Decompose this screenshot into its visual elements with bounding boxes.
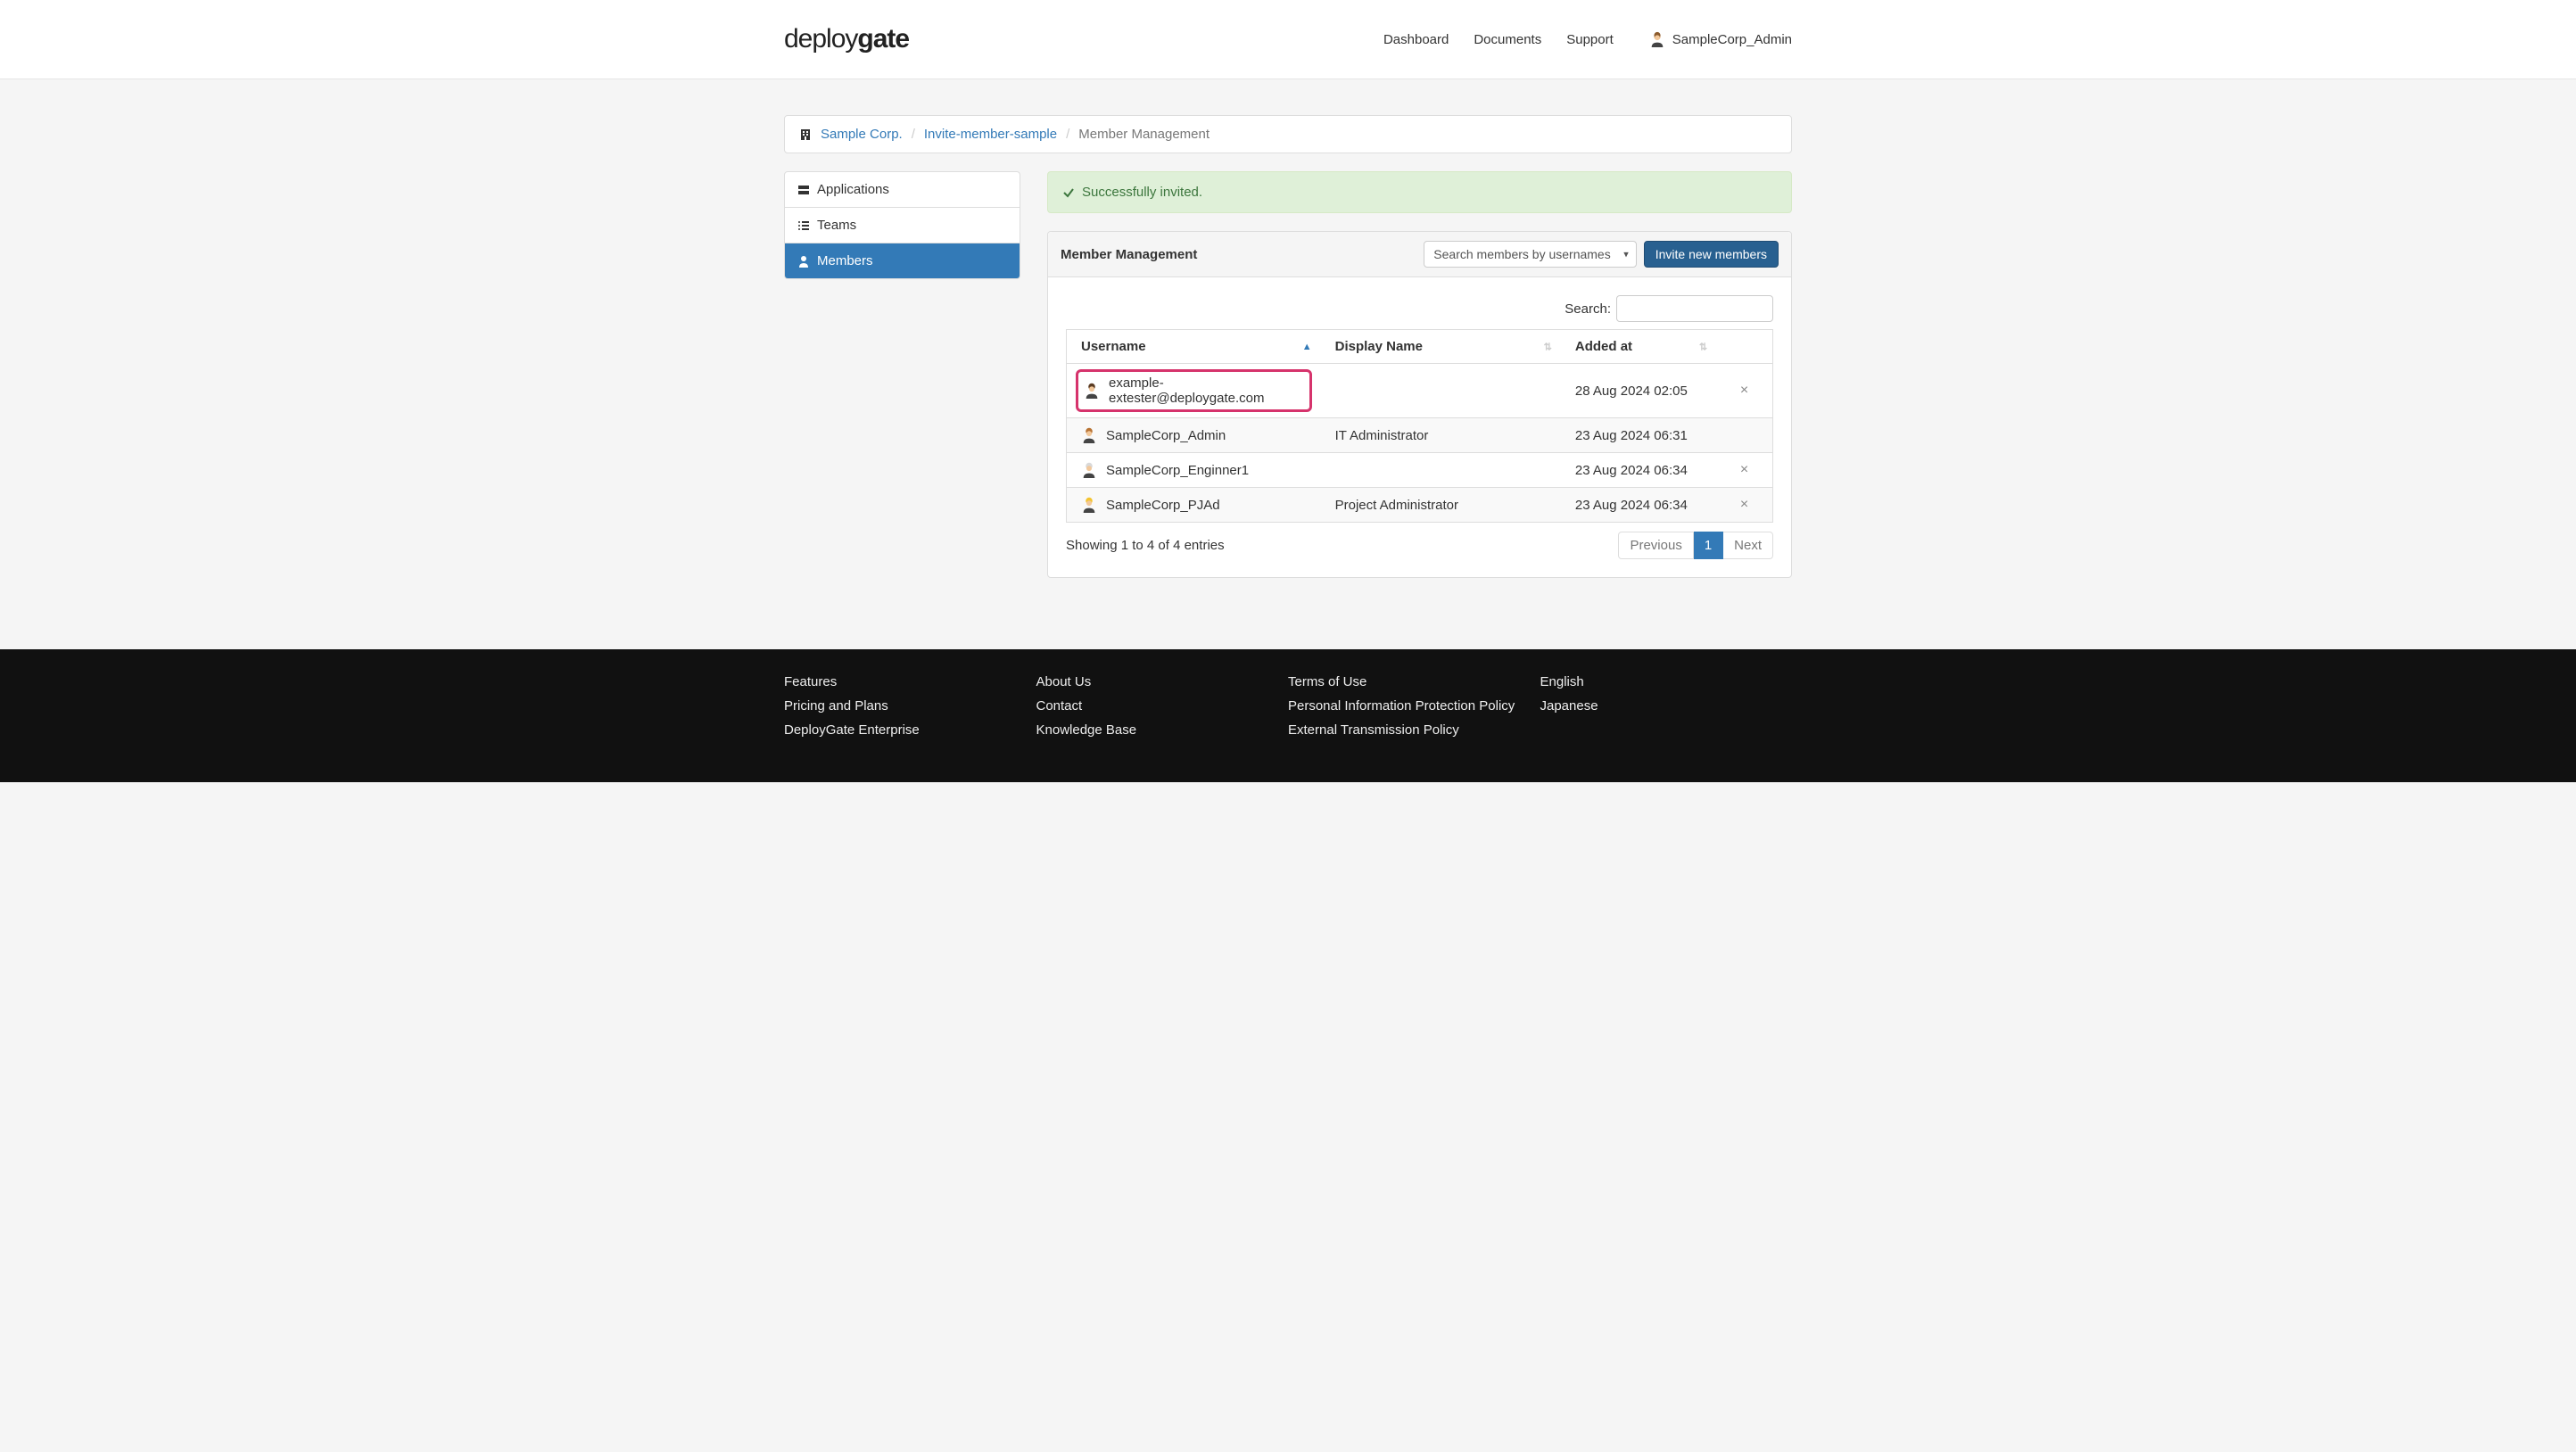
search-label: Search: (1565, 301, 1611, 317)
added-at-cell: 23 Aug 2024 06:31 (1561, 418, 1716, 453)
display-name-cell: IT Administrator (1321, 418, 1561, 453)
list-icon (797, 219, 810, 232)
footer-link[interactable]: Pricing and Plans (784, 698, 1036, 714)
remove-member-icon[interactable]: × (1740, 497, 1748, 512)
highlighted-member: example-extester@deploygate.com (1076, 369, 1312, 412)
sidebar-item-teams[interactable]: Teams (785, 208, 1020, 243)
avatar-icon (1081, 497, 1097, 513)
remove-member-icon[interactable]: × (1740, 383, 1748, 398)
col-display-name[interactable]: Display Name ⇅ (1321, 330, 1561, 364)
members-panel: Member Management Search members by user… (1047, 231, 1792, 578)
username-text: SampleCorp_Enginner1 (1106, 463, 1249, 478)
footer-link[interactable]: Terms of Use (1288, 674, 1540, 689)
user-name: SampleCorp_Admin (1672, 32, 1792, 47)
table-row: SampleCorp_PJAd Project Administrator23 A… (1067, 488, 1773, 523)
sidebar: Applications Teams Members (784, 171, 1020, 578)
invite-new-members-button[interactable]: Invite new members (1644, 241, 1779, 268)
pagination-next[interactable]: Next (1723, 532, 1773, 559)
footer-link[interactable]: Japanese (1540, 698, 1793, 714)
footer-link[interactable]: Contact (1036, 698, 1289, 714)
table-info: Showing 1 to 4 of 4 entries (1066, 538, 1225, 553)
members-table: Username ▲ Display Name ⇅ Added at ⇅ (1066, 329, 1773, 523)
panel-title: Member Management (1061, 247, 1197, 262)
sort-asc-icon: ▲ (1302, 342, 1312, 352)
avatar-icon (1081, 462, 1097, 478)
username-text: SampleCorp_PJAd (1106, 498, 1220, 513)
success-alert: Successfully invited. (1047, 171, 1792, 213)
pagination: Previous 1 Next (1618, 532, 1773, 559)
breadcrumb: Sample Corp. / Invite-member-sample / Me… (784, 115, 1792, 153)
nav-support[interactable]: Support (1566, 32, 1614, 47)
user-menu[interactable]: SampleCorp_Admin (1649, 31, 1792, 47)
avatar-icon (1081, 427, 1097, 443)
username-text: SampleCorp_Admin (1106, 428, 1226, 443)
pagination-page-1[interactable]: 1 (1694, 532, 1723, 559)
footer-link[interactable]: About Us (1036, 674, 1289, 689)
nav-documents[interactable]: Documents (1474, 32, 1541, 47)
footer-link[interactable]: Features (784, 674, 1036, 689)
logo[interactable]: deploygate (784, 24, 909, 54)
person-icon (797, 255, 810, 268)
breadcrumb-org[interactable]: Sample Corp. (821, 127, 903, 142)
avatar-icon (1084, 383, 1100, 399)
sidebar-item-applications[interactable]: Applications (785, 172, 1020, 208)
sidebar-item-label: Teams (817, 218, 856, 233)
nav-dashboard[interactable]: Dashboard (1383, 32, 1449, 47)
search-input[interactable] (1616, 295, 1773, 322)
logo-text-light: deploy (784, 24, 857, 54)
display-name-cell: Project Administrator (1321, 488, 1561, 523)
pagination-previous[interactable]: Previous (1618, 532, 1693, 559)
sort-icon: ⇅ (1699, 341, 1707, 352)
alert-message: Successfully invited. (1082, 185, 1202, 200)
footer: Features Pricing and Plans DeployGate Ente… (0, 649, 2576, 782)
check-icon (1062, 186, 1075, 199)
breadcrumb-current: Member Management (1078, 127, 1210, 142)
sidebar-item-label: Applications (817, 182, 889, 197)
display-name-cell (1321, 453, 1561, 488)
logo-text-bold: gate (857, 24, 909, 54)
sidebar-item-label: Members (817, 253, 873, 268)
display-name-cell (1321, 364, 1561, 418)
added-at-cell: 23 Aug 2024 06:34 (1561, 453, 1716, 488)
grid-icon (797, 184, 810, 196)
footer-link[interactable]: External Transmission Policy (1288, 722, 1540, 738)
added-at-cell: 28 Aug 2024 02:05 (1561, 364, 1716, 418)
avatar-icon (1649, 31, 1665, 47)
dropdown-label: Search members by usernames (1433, 247, 1610, 261)
sidebar-item-members[interactable]: Members (785, 243, 1020, 278)
remove-member-icon[interactable]: × (1740, 462, 1748, 477)
breadcrumb-app[interactable]: Invite-member-sample (924, 127, 1057, 142)
chevron-down-icon: ▾ (1623, 249, 1629, 260)
col-username[interactable]: Username ▲ (1067, 330, 1321, 364)
added-at-cell: 23 Aug 2024 06:34 (1561, 488, 1716, 523)
col-added-at[interactable]: Added at ⇅ (1561, 330, 1716, 364)
username-text: example-extester@deploygate.com (1109, 375, 1304, 406)
top-nav: Dashboard Documents Support SampleCorp_A… (1383, 31, 1792, 47)
topbar: deploygate Dashboard Documents Support S… (0, 0, 2576, 79)
breadcrumb-sep: / (912, 127, 915, 142)
col-actions (1716, 330, 1772, 364)
footer-link[interactable]: English (1540, 674, 1793, 689)
footer-link[interactable]: DeployGate Enterprise (784, 722, 1036, 738)
footer-link[interactable]: Knowledge Base (1036, 722, 1289, 738)
table-row: example-extester@deploygate.com 28 Aug 20… (1067, 364, 1773, 418)
search-mode-dropdown[interactable]: Search members by usernames ▾ (1424, 241, 1636, 268)
footer-link[interactable]: Personal Information Protection Policy (1288, 698, 1540, 714)
table-row: SampleCorp_Enginner1 23 Aug 2024 06:34 × (1067, 453, 1773, 488)
building-icon (799, 128, 812, 141)
sort-icon: ⇅ (1544, 341, 1552, 352)
table-row: SampleCorp_Admin IT Administrator23 Aug 2… (1067, 418, 1773, 453)
breadcrumb-sep: / (1066, 127, 1069, 142)
